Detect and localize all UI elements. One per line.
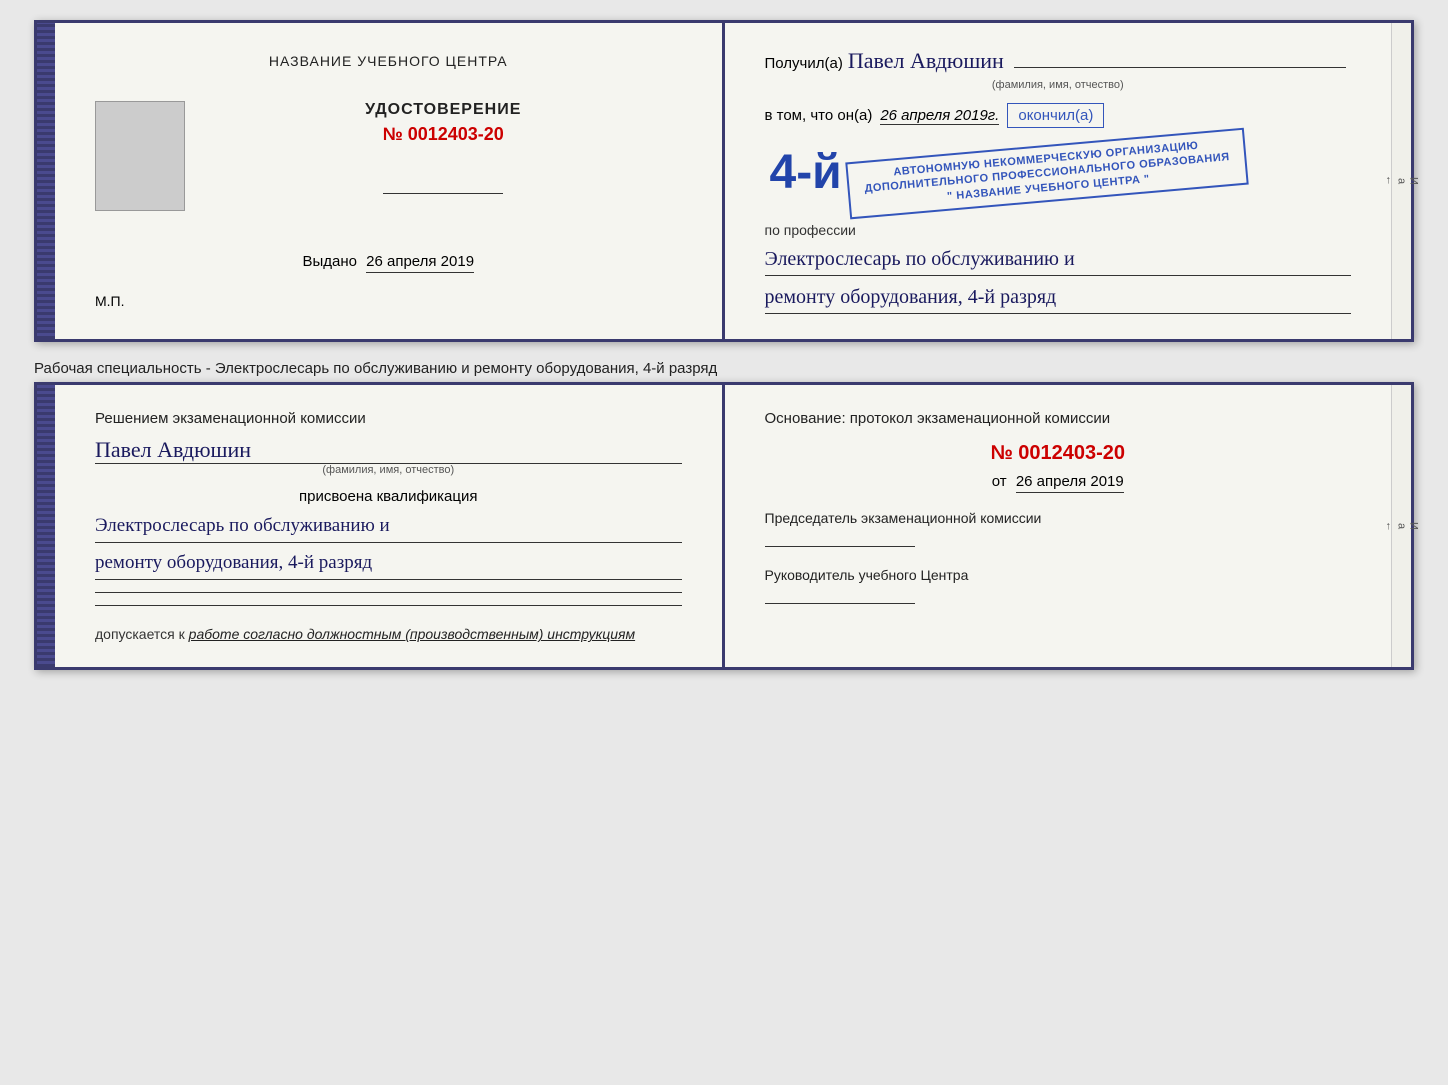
vtom-label: в том, что он(а) bbox=[765, 107, 873, 124]
vydano-label: Выдано 26 апреля 2019 bbox=[302, 253, 474, 270]
mp-label: М.П. bbox=[95, 293, 125, 309]
divider-text: Рабочая специальность - Электрослесарь п… bbox=[34, 360, 717, 377]
prisvoena: присвоена квалификация bbox=[95, 488, 682, 505]
edge-b-char-3: ← bbox=[1384, 521, 1396, 532]
vydano-date: 26 апреля 2019 bbox=[366, 253, 474, 273]
edge-char-2: а bbox=[1396, 178, 1408, 184]
edge-char-1: И bbox=[1408, 177, 1420, 185]
profession-line-1: Электрослесарь по обслуживанию и bbox=[765, 243, 1352, 276]
qualification-line-2: ремонту оборудования, 4-й разряд bbox=[95, 547, 682, 580]
cert-left-panel: НАЗВАНИЕ УЧЕБНОГО ЦЕНТРА УДОСТОВЕРЕНИЕ №… bbox=[55, 23, 725, 339]
bottom-right-panel: Основание: протокол экзаменационной коми… bbox=[725, 385, 1392, 668]
resheniem: Решением экзаменационной комиссии bbox=[95, 410, 682, 427]
fio-subtext: (фамилия, имя, отчество) bbox=[765, 79, 1352, 91]
rukovoditel-block: Руководитель учебного Центра bbox=[765, 567, 1352, 604]
photo-placeholder bbox=[95, 101, 185, 211]
udostoverenie-label: УДОСТОВЕРЕНИЕ bbox=[205, 101, 682, 119]
po-professii: по профессии bbox=[765, 222, 1352, 238]
bottom-fio-subtext: (фамилия, имя, отчество) bbox=[95, 464, 682, 476]
edge-b-char-2: а bbox=[1396, 523, 1408, 529]
ot-date: от 26 апреля 2019 bbox=[765, 473, 1352, 490]
rukovoditel-sign-line bbox=[765, 603, 915, 604]
empty-line-2 bbox=[95, 605, 682, 606]
top-certificate: НАЗВАНИЕ УЧЕБНОГО ЦЕНТРА УДОСТОВЕРЕНИЕ №… bbox=[34, 20, 1414, 342]
vydano-block: Выдано 26 апреля 2019 bbox=[95, 253, 682, 271]
stamp-block: АВТОНОМНУЮ НЕКОММЕРЧЕСКУЮ ОРГАНИЗАЦИЮ ДО… bbox=[845, 128, 1249, 220]
ot-date-value: 26 апреля 2019 bbox=[1016, 473, 1124, 493]
bottom-fio: Павел Авдюшин bbox=[95, 437, 682, 464]
vtom-date: 26 апреля 2019г. bbox=[880, 107, 999, 125]
cert-number: № 0012403-20 bbox=[205, 124, 682, 145]
poluchil-label: Получил(a) bbox=[765, 55, 843, 72]
grade: 4-й bbox=[770, 149, 842, 197]
osnovanie: Основание: протокол экзаменационной коми… bbox=[765, 410, 1352, 427]
cert-right-panel: Получил(a) Павел Авдюшин (фамилия, имя, … bbox=[725, 23, 1392, 339]
protocol-number: № 0012403-20 bbox=[765, 442, 1352, 465]
predsedatel-sign-line bbox=[765, 546, 915, 547]
right-edge-bottom: И а ← bbox=[1391, 385, 1411, 668]
edge-b-char-1: И bbox=[1408, 522, 1420, 530]
poluchil-row: Получил(a) Павел Авдюшин bbox=[765, 48, 1352, 74]
dopusk-text: работе согласно должностным (производств… bbox=[189, 626, 635, 642]
predsedatel-label: Председатель экзаменационной комиссии bbox=[765, 510, 1352, 526]
profession-line-2: ремонту оборудования, 4-й разряд bbox=[765, 281, 1352, 314]
dopuskaetsya: допускается к работе согласно должностны… bbox=[95, 626, 682, 642]
empty-line-1 bbox=[95, 592, 682, 593]
bottom-certificate: Решением экзаменационной комиссии Павел … bbox=[34, 382, 1414, 671]
udostoverenie-block: УДОСТОВЕРЕНИЕ № 0012403-20 bbox=[205, 101, 682, 194]
qualification-line-1: Электрослесарь по обслуживанию и bbox=[95, 510, 682, 543]
fio-block: Павел Авдюшин (фамилия, имя, отчество) bbox=[95, 437, 682, 476]
right-edge: И а ← bbox=[1391, 23, 1411, 339]
section-divider: Рабочая специальность - Электрослесарь п… bbox=[34, 352, 1414, 382]
spine-left bbox=[37, 23, 55, 339]
vtom-row: в том, что он(а) 26 апреля 2019г. окончи… bbox=[765, 103, 1352, 128]
predsedatel-block: Председатель экзаменационной комиссии bbox=[765, 510, 1352, 547]
rukovoditel-label: Руководитель учебного Центра bbox=[765, 567, 1352, 583]
vydano-row: Выдано 26 апреля 2019 bbox=[95, 253, 682, 271]
okonchil-label: окончил(а) bbox=[1007, 103, 1104, 128]
dash-line bbox=[1014, 67, 1346, 68]
cert-middle-row: УДОСТОВЕРЕНИЕ № 0012403-20 bbox=[95, 101, 682, 211]
bottom-left-panel: Решением экзаменационной комиссии Павел … bbox=[55, 385, 725, 668]
spine-left-bottom bbox=[37, 385, 55, 668]
recipient-name: Павел Авдюшин bbox=[848, 48, 1004, 74]
cert-title: НАЗВАНИЕ УЧЕБНОГО ЦЕНТРА bbox=[269, 53, 508, 69]
